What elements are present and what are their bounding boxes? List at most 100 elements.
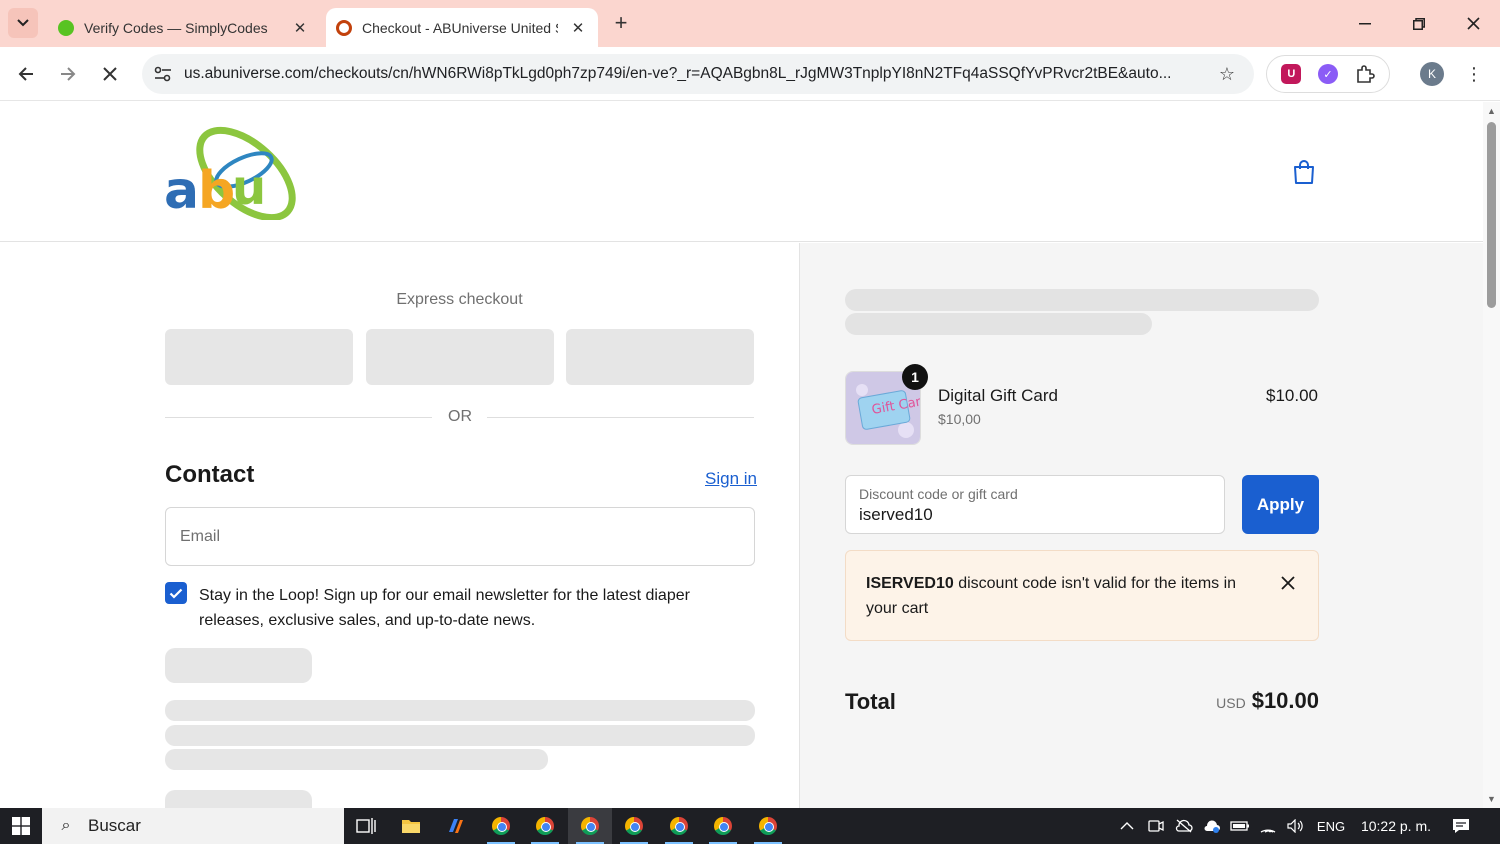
chevron-up-icon: [1120, 822, 1134, 830]
abu-logo[interactable]: a b u: [162, 124, 308, 220]
contact-heading: Contact: [165, 461, 255, 488]
svg-text:u: u: [232, 160, 266, 216]
scroll-down-icon[interactable]: ▼: [1486, 794, 1497, 804]
chrome-app-6[interactable]: [701, 808, 745, 844]
chevron-down-icon: [17, 19, 29, 27]
bookmark-star-icon[interactable]: ☆: [1212, 59, 1242, 89]
ublock-extension-icon[interactable]: U: [1281, 64, 1302, 84]
task-view-button[interactable]: [344, 808, 388, 844]
discount-field-value[interactable]: iserved10: [859, 505, 933, 525]
close-tab-icon[interactable]: ✕: [568, 18, 588, 38]
show-hidden-icons-button[interactable]: [1114, 808, 1140, 844]
or-label: OR: [448, 408, 472, 425]
clock[interactable]: 10:22 p. m.: [1356, 808, 1436, 844]
express-checkout-heading: Express checkout: [396, 291, 523, 308]
puzzle-extensions-icon[interactable]: [1355, 64, 1375, 84]
loading-skeleton: [845, 289, 1319, 311]
close-icon: [1466, 17, 1480, 30]
taskbar-search[interactable]: ⌕ Buscar: [42, 808, 344, 844]
discount-code-field[interactable]: Discount code or gift card iserved10: [845, 475, 1225, 534]
chrome-app-1[interactable]: [479, 808, 523, 844]
tab-checkout[interactable]: Checkout - ABUniverse United S ✕: [326, 8, 598, 47]
email-field[interactable]: Email: [165, 507, 755, 566]
new-tab-button[interactable]: +: [608, 10, 634, 36]
copilot-icon: [449, 819, 463, 833]
url-text[interactable]: us.abuniverse.com/checkouts/cn/hWN6RWi8p…: [184, 65, 1212, 83]
close-window-button[interactable]: [1446, 0, 1500, 47]
language-indicator[interactable]: ENG: [1312, 808, 1350, 844]
chrome-app-2[interactable]: [523, 808, 567, 844]
volume-icon[interactable]: [1284, 808, 1308, 844]
item-name: Digital Gift Card: [938, 386, 1058, 405]
checkout-main-column: Express checkout OR Contact Sign in Emai…: [0, 243, 799, 808]
quantity-badge: 1: [902, 364, 928, 390]
minimize-button[interactable]: [1338, 0, 1392, 47]
windows-taskbar: ⌕ Buscar ENG 10:22 p. m.: [0, 808, 1500, 844]
loading-skeleton: [165, 749, 548, 770]
email-placeholder: Email: [180, 527, 221, 545]
express-pay-button-1[interactable]: [165, 329, 353, 385]
chrome-icon: [492, 817, 510, 835]
chrome-app-4[interactable]: [612, 808, 656, 844]
meet-icon[interactable]: [1144, 808, 1168, 844]
alert-code: ISERVED10: [866, 575, 954, 592]
discount-field-label: Discount code or gift card: [859, 486, 1018, 502]
notifications-button[interactable]: [1446, 808, 1476, 844]
or-divider: OR: [165, 408, 754, 428]
svg-text:b: b: [198, 161, 235, 220]
forward-button[interactable]: [53, 59, 83, 89]
chrome-app-7[interactable]: [746, 808, 790, 844]
sign-in-link[interactable]: Sign in: [705, 469, 757, 489]
shopping-bag-icon[interactable]: [1290, 158, 1318, 186]
onedrive-icon[interactable]: [1200, 808, 1224, 844]
express-pay-button-3[interactable]: [566, 329, 754, 385]
site-info-icon[interactable]: [152, 63, 174, 85]
browser-tab-bar: Verify Codes — SimplyCodes ✕ Checkout - …: [0, 0, 1500, 47]
stop-loading-button[interactable]: [95, 59, 125, 89]
item-price: $10.00: [1266, 386, 1318, 405]
chrome-icon: [714, 817, 732, 835]
total-amount: $10.00: [1251, 688, 1319, 713]
search-icon: ⌕: [61, 817, 71, 834]
browser-menu-icon[interactable]: ⋮: [1462, 61, 1486, 87]
cloud-offline-icon[interactable]: [1172, 808, 1196, 844]
wifi-icon[interactable]: [1256, 808, 1280, 844]
file-explorer-button[interactable]: [389, 808, 433, 844]
tab-simplycodes[interactable]: Verify Codes — SimplyCodes ✕: [48, 8, 320, 47]
restore-icon: [1413, 17, 1425, 30]
address-bar[interactable]: us.abuniverse.com/checkouts/cn/hWN6RWi8p…: [142, 54, 1254, 94]
tab-search-button[interactable]: [8, 8, 38, 38]
battery-icon[interactable]: [1228, 808, 1252, 844]
newsletter-checkbox[interactable]: [165, 582, 187, 604]
divider-line: [165, 417, 432, 418]
newsletter-label: Stay in the Loop! Sign up for our email …: [199, 587, 690, 629]
alert-message: ISERVED10 discount code isn't valid for …: [866, 571, 1256, 621]
express-pay-button-2[interactable]: [366, 329, 554, 385]
start-button[interactable]: [0, 808, 42, 844]
chrome-icon: [581, 817, 599, 835]
apply-discount-button[interactable]: Apply: [1242, 475, 1319, 534]
chrome-icon: [759, 817, 777, 835]
restore-button[interactable]: [1392, 0, 1446, 47]
chrome-icon: [536, 817, 554, 835]
simplycodes-favicon-icon: [58, 19, 74, 36]
total-currency: USD: [1216, 695, 1246, 711]
tab-title: Verify Codes — SimplyCodes: [84, 19, 268, 36]
close-icon: [103, 67, 117, 81]
close-tab-icon[interactable]: ✕: [290, 18, 310, 38]
scrollbar-thumb[interactable]: [1487, 122, 1496, 308]
simplycodes-extension-icon[interactable]: ✓: [1317, 64, 1338, 84]
svg-text:a: a: [164, 161, 199, 220]
taskbar-search-placeholder: Buscar: [88, 816, 141, 835]
copilot-button[interactable]: [434, 808, 478, 844]
profile-avatar[interactable]: K: [1420, 62, 1444, 86]
page-scrollbar[interactable]: ▲ ▼: [1483, 102, 1500, 808]
scroll-up-icon[interactable]: ▲: [1486, 106, 1497, 116]
abuniverse-favicon-icon: [336, 19, 352, 36]
chrome-app-3[interactable]: [568, 808, 612, 844]
task-view-icon: [356, 818, 376, 834]
back-button[interactable]: [11, 59, 41, 89]
dismiss-alert-button[interactable]: [1276, 571, 1300, 595]
site-header: a b u: [0, 102, 1483, 242]
chrome-app-5[interactable]: [657, 808, 701, 844]
